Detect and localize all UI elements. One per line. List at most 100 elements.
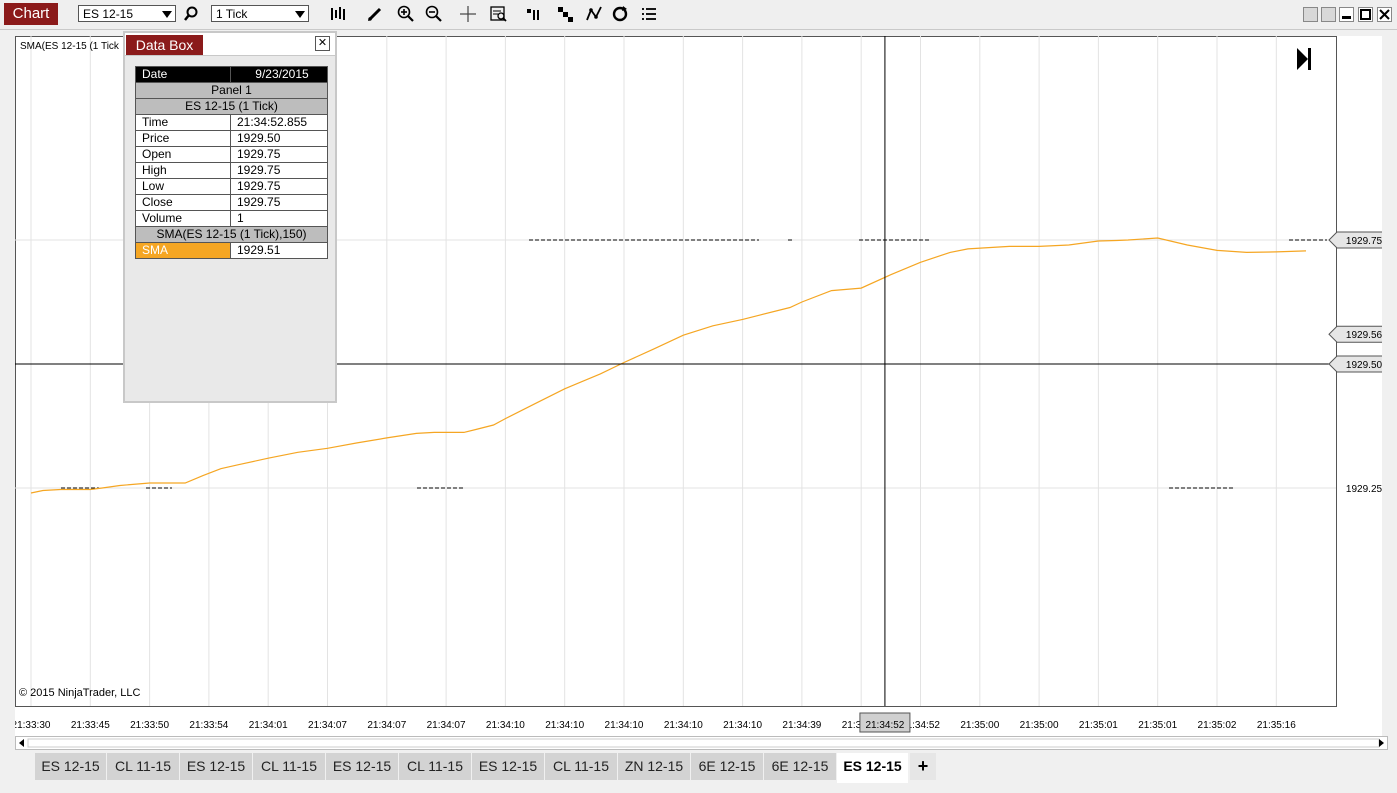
crosshair-time-label: 21:34:52 — [865, 720, 904, 731]
date-value: 9/23/2015 — [230, 66, 328, 83]
horizontal-scrollbar[interactable] — [15, 736, 1388, 750]
data-box-row: Time 21:34:52.855 — [135, 114, 328, 131]
data-box-title: Data Box — [126, 35, 203, 55]
tab-instrument[interactable]: CL 11-15 — [399, 753, 472, 780]
data-box-row: Low 1929.75 — [135, 178, 328, 195]
scroll-thumb — [27, 738, 1380, 748]
x-tick-label: 21:35:16 — [1257, 720, 1296, 731]
x-tick-label: 21:35:01 — [1138, 720, 1177, 731]
add-tab-button[interactable]: + — [910, 753, 936, 780]
data-box-row: Close 1929.75 — [135, 194, 328, 211]
data-box-panel-row: Panel 1 — [135, 82, 328, 99]
maximize-button[interactable] — [1358, 7, 1373, 22]
interval-value: 1 Tick — [216, 7, 248, 21]
x-tick-label: 21:34:10 — [605, 720, 644, 731]
zoom-out-icon[interactable] — [424, 4, 444, 24]
instrument-value: ES 12-15 — [83, 7, 134, 21]
x-tick-label: 21:34:07 — [308, 720, 347, 731]
close-icon[interactable]: ✕ — [315, 36, 330, 51]
price-marker-label: 1929.56 — [1346, 330, 1382, 341]
x-tick-label: 21:34:10 — [664, 720, 703, 731]
data-box-table: Date 9/23/2015 Panel 1 ES 12-15 (1 Tick) Tim… — [135, 66, 328, 259]
x-tick-label: 21:34:07 — [367, 720, 406, 731]
data-box-value: 1929.75 — [230, 178, 328, 195]
tab-instrument[interactable]: 6E 12-15 — [764, 753, 837, 780]
window-option-button[interactable] — [1321, 7, 1336, 22]
data-box-row: Open 1929.75 — [135, 146, 328, 163]
toolbar: Chart ES 12-15 1 Tick — [0, 0, 1397, 30]
data-box-row: High 1929.75 — [135, 162, 328, 179]
data-box-sma-row: SMA 1929.51 — [135, 242, 328, 259]
tab-instrument[interactable]: ES 12-15 — [472, 753, 545, 780]
data-box-row: Volume 1 — [135, 210, 328, 227]
tab-instrument[interactable]: ZN 12-15 — [618, 753, 691, 780]
tab-instrument[interactable]: ES 12-15 — [837, 753, 909, 783]
properties-icon[interactable] — [524, 4, 544, 24]
search-icon[interactable] — [181, 4, 201, 24]
data-box-value: 1929.75 — [230, 146, 328, 163]
indicator-label: SMA(ES 12-15 (1 Tick — [20, 41, 119, 52]
tab-instrument[interactable]: CL 11-15 — [545, 753, 618, 780]
data-box-key: Close — [135, 194, 231, 211]
x-tick-label: 21:34:10 — [545, 720, 584, 731]
data-box-window[interactable]: Data Box ✕ Date 9/23/2015 Panel 1 ES 12-15 … — [123, 31, 337, 403]
sma-label: SMA — [135, 242, 231, 259]
x-tick-label: 21:35:01 — [1079, 720, 1118, 731]
bar-style-icon[interactable] — [328, 4, 348, 24]
copyright-text: © 2015 NinjaTrader, LLC — [19, 687, 141, 699]
x-tick-label: 21:33:50 — [130, 720, 169, 731]
tab-instrument[interactable]: ES 12-15 — [326, 753, 399, 780]
instrument-tabs: ES 12-15 CL 11-15 ES 12-15 CL 11-15 ES 12-15… — [0, 750, 1397, 793]
data-box-key: Time — [135, 114, 231, 131]
reload-icon[interactable] — [610, 4, 630, 24]
data-box-row: Price 1929.50 — [135, 130, 328, 147]
sma-value: 1929.51 — [230, 242, 328, 259]
instrument-section-label: ES 12-15 (1 Tick) — [135, 98, 328, 115]
x-tick-label: 21:34:07 — [427, 720, 466, 731]
x-tick-label: 21:33:30 — [15, 720, 51, 731]
data-box-date-row: Date 9/23/2015 — [135, 66, 328, 83]
tab-instrument[interactable]: ES 12-15 — [180, 753, 253, 780]
list-menu-icon[interactable] — [639, 4, 659, 24]
data-box-header[interactable]: Data Box ✕ — [125, 33, 335, 56]
strategies-icon[interactable] — [555, 4, 575, 24]
x-tick-label: 21:35:00 — [1020, 720, 1059, 731]
tab-instrument[interactable]: CL 11-15 — [107, 753, 180, 780]
date-label: Date — [135, 66, 231, 83]
data-box-value: 21:34:52.855 — [230, 114, 328, 131]
tab-instrument[interactable]: ES 12-15 — [35, 753, 107, 780]
data-box-key: High — [135, 162, 231, 179]
data-box-key: Price — [135, 130, 231, 147]
price-marker-label: 1929.50 — [1346, 360, 1382, 371]
price-marker-label: 1929.75 — [1346, 236, 1382, 247]
tab-instrument[interactable]: 6E 12-15 — [691, 753, 764, 780]
window-option-button[interactable] — [1303, 7, 1318, 22]
x-tick-label: 21:34:10 — [723, 720, 762, 731]
x-tick-label: 21:34:10 — [486, 720, 525, 731]
data-box-sma-section-row: SMA(ES 12-15 (1 Tick),150) — [135, 226, 328, 243]
data-box-value: 1929.75 — [230, 162, 328, 179]
scroll-to-end-icon[interactable] — [1308, 48, 1311, 70]
data-box-value: 1929.75 — [230, 194, 328, 211]
interval-selector[interactable]: 1 Tick — [211, 5, 309, 22]
x-tick-label: 21:33:54 — [189, 720, 228, 731]
data-box-key: Low — [135, 178, 231, 195]
zoom-in-icon[interactable] — [396, 4, 416, 24]
data-box-value: 1929.50 — [230, 130, 328, 147]
x-tick-label: 21:34:39 — [782, 720, 821, 731]
data-box-icon[interactable] — [489, 4, 509, 24]
crosshair-icon[interactable] — [458, 4, 478, 24]
draw-pencil-icon[interactable] — [365, 4, 385, 24]
x-tick-label: 21:35:02 — [1198, 720, 1237, 731]
x-tick-label: 21:33:45 — [71, 720, 110, 731]
chevron-down-icon — [295, 11, 305, 18]
chevron-down-icon — [162, 11, 172, 18]
instrument-selector[interactable]: ES 12-15 — [78, 5, 176, 22]
indicators-icon[interactable] — [584, 4, 604, 24]
x-tick-label: 21:34:01 — [249, 720, 288, 731]
close-window-button[interactable] — [1377, 7, 1392, 22]
data-box-instrument-row: ES 12-15 (1 Tick) — [135, 98, 328, 115]
tab-instrument[interactable]: CL 11-15 — [253, 753, 326, 780]
data-box-key: Volume — [135, 210, 231, 227]
minimize-button[interactable] — [1339, 7, 1354, 22]
